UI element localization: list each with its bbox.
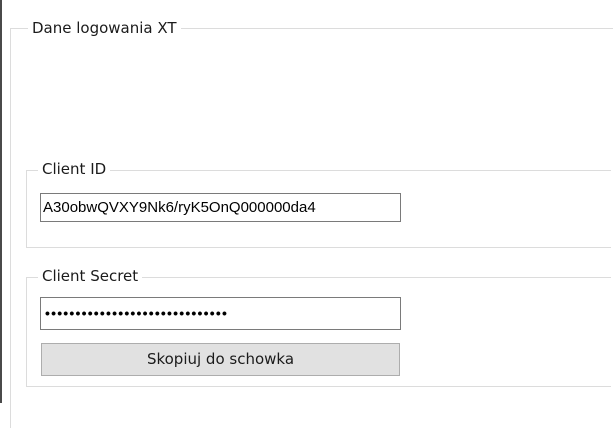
- client-id-group-title: Client ID: [38, 160, 111, 178]
- client-secret-field[interactable]: ••••••••••••••••••••••••••••••: [40, 297, 401, 330]
- client-id-field[interactable]: A30obwQVXY9Nk6/ryK5OnQ000000da4: [40, 193, 401, 222]
- xt-login-group-title: Dane logowania XT: [28, 19, 181, 37]
- window-edge: [0, 0, 2, 403]
- client-secret-group-title: Client Secret: [38, 267, 143, 285]
- copy-to-clipboard-button[interactable]: Skopiuj do schowka: [41, 343, 400, 376]
